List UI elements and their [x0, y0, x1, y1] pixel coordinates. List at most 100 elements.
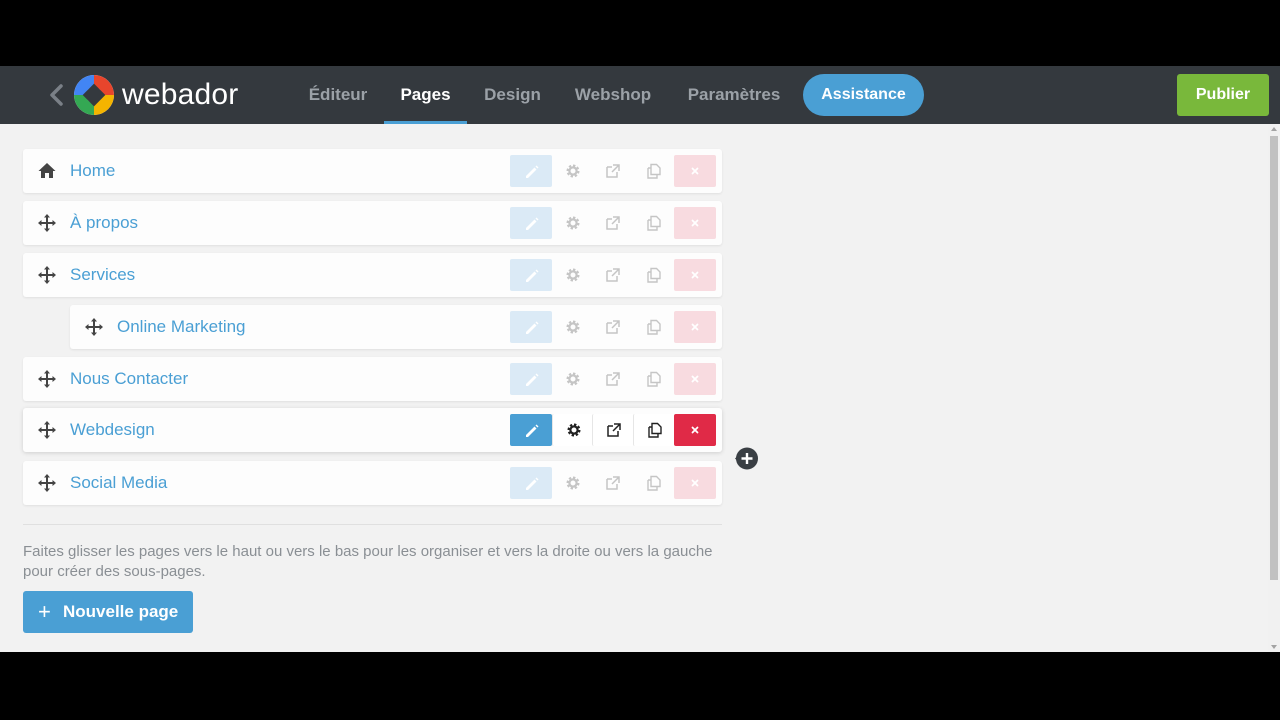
open-page-button[interactable]	[592, 259, 634, 291]
publish-button[interactable]: Publier	[1177, 74, 1269, 116]
open-page-button[interactable]	[592, 207, 634, 239]
open-page-button[interactable]	[592, 414, 634, 446]
close-icon	[691, 323, 699, 331]
copy-icon	[647, 319, 661, 335]
page-label[interactable]: Webdesign	[70, 408, 155, 452]
page-label[interactable]: Services	[70, 253, 135, 297]
gear-icon	[566, 164, 580, 178]
edit-button[interactable]	[510, 207, 552, 239]
page-row-services[interactable]: Services	[23, 253, 722, 297]
page-label[interactable]: Nous Contacter	[70, 357, 188, 401]
duplicate-button[interactable]	[633, 155, 675, 187]
delete-button[interactable]	[674, 414, 716, 446]
scroll-up-arrow-icon[interactable]	[1271, 127, 1277, 131]
external-link-icon	[606, 216, 620, 230]
delete-button[interactable]	[674, 467, 716, 499]
copy-icon	[647, 475, 661, 491]
row-actions	[510, 363, 717, 395]
close-icon	[691, 375, 699, 383]
settings-button[interactable]	[552, 259, 594, 291]
row-actions	[510, 155, 717, 187]
nav-tab-webshop[interactable]: Webshop	[566, 66, 660, 124]
plus-icon: +	[38, 599, 51, 624]
page-label[interactable]: À propos	[70, 201, 138, 245]
duplicate-button[interactable]	[633, 207, 675, 239]
move-icon[interactable]	[37, 369, 57, 389]
row-actions	[510, 311, 717, 343]
open-page-button[interactable]	[592, 311, 634, 343]
settings-button[interactable]	[552, 207, 594, 239]
page-label[interactable]: Online Marketing	[117, 305, 246, 349]
gear-icon	[566, 216, 580, 230]
add-subpage-icon[interactable]	[733, 445, 760, 472]
duplicate-button[interactable]	[633, 467, 675, 499]
external-link-icon	[607, 423, 621, 437]
back-chevron-icon[interactable]	[46, 82, 68, 108]
home-icon	[38, 163, 56, 178]
new-page-button[interactable]: + Nouvelle page	[23, 591, 193, 633]
top-navigation-bar: webador Éditeur Pages Design Webshop Par…	[0, 66, 1280, 124]
nav-tab-pages[interactable]: Pages	[384, 66, 467, 124]
edit-button[interactable]	[510, 155, 552, 187]
delete-button[interactable]	[674, 207, 716, 239]
delete-button[interactable]	[674, 155, 716, 187]
row-actions	[510, 467, 717, 499]
delete-button[interactable]	[674, 363, 716, 395]
edit-icon	[526, 321, 539, 334]
close-icon	[691, 479, 699, 487]
page-label[interactable]: Social Media	[70, 461, 167, 505]
edit-button[interactable]	[510, 363, 552, 395]
copy-icon	[648, 422, 662, 438]
settings-button[interactable]	[552, 363, 594, 395]
page-row-a-propos[interactable]: À propos	[23, 201, 722, 245]
move-icon[interactable]	[37, 265, 57, 285]
scrollbar-thumb[interactable]	[1270, 136, 1278, 580]
move-icon[interactable]	[84, 317, 104, 337]
edit-button[interactable]	[510, 311, 552, 343]
gear-icon	[566, 476, 580, 490]
edit-button[interactable]	[510, 259, 552, 291]
row-actions	[510, 259, 717, 291]
assistance-button[interactable]: Assistance	[803, 74, 924, 116]
duplicate-button[interactable]	[633, 259, 675, 291]
vertical-scrollbar[interactable]	[1268, 124, 1280, 652]
close-icon	[691, 167, 699, 175]
settings-button[interactable]	[552, 467, 594, 499]
webador-logo-icon[interactable]	[72, 73, 116, 117]
page-row-social-media[interactable]: Social Media	[23, 461, 722, 505]
edit-button[interactable]	[510, 467, 552, 499]
nav-tab-editeur[interactable]: Éditeur	[300, 66, 376, 124]
scroll-down-arrow-icon[interactable]	[1271, 645, 1277, 649]
open-page-button[interactable]	[592, 467, 634, 499]
settings-button[interactable]	[552, 311, 594, 343]
open-page-button[interactable]	[592, 363, 634, 395]
move-icon[interactable]	[37, 420, 57, 440]
duplicate-button[interactable]	[633, 414, 675, 446]
edit-button[interactable]	[510, 414, 552, 446]
page-row-online-marketing[interactable]: Online Marketing	[70, 305, 722, 349]
delete-button[interactable]	[674, 259, 716, 291]
copy-icon	[647, 267, 661, 283]
page-label[interactable]: Home	[70, 149, 115, 193]
open-page-button[interactable]	[592, 155, 634, 187]
nav-tab-parametres[interactable]: Paramètres	[678, 66, 790, 124]
settings-button[interactable]	[552, 414, 594, 446]
page-row-home[interactable]: Home	[23, 149, 722, 193]
duplicate-button[interactable]	[633, 363, 675, 395]
external-link-icon	[606, 320, 620, 334]
row-actions	[510, 414, 717, 446]
duplicate-button[interactable]	[633, 311, 675, 343]
new-page-label: Nouvelle page	[63, 602, 179, 621]
nav-tab-design[interactable]: Design	[476, 66, 549, 124]
page-row-nous-contacter[interactable]: Nous Contacter	[23, 357, 722, 401]
copy-icon	[647, 371, 661, 387]
settings-button[interactable]	[552, 155, 594, 187]
edit-icon	[526, 373, 539, 386]
external-link-icon	[606, 372, 620, 386]
gear-icon	[566, 320, 580, 334]
gear-icon	[567, 423, 581, 437]
move-icon[interactable]	[37, 213, 57, 233]
page-row-webdesign[interactable]: Webdesign	[23, 408, 722, 452]
delete-button[interactable]	[674, 311, 716, 343]
move-icon[interactable]	[37, 473, 57, 493]
